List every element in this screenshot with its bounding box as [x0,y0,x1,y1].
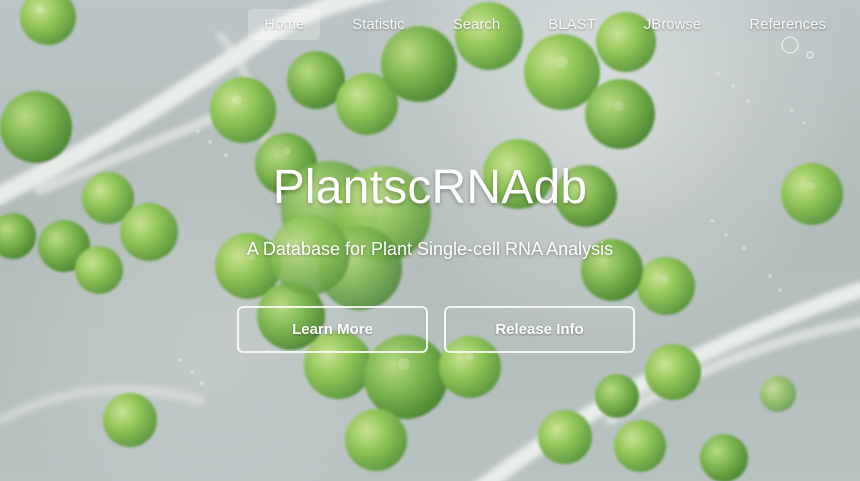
learn-more-button[interactable]: Learn More [237,306,428,353]
nav-item-jbrowse[interactable]: JBrowse [628,9,718,40]
release-info-button[interactable]: Release Info [444,306,635,353]
nav-item-home[interactable]: Home [248,9,321,40]
nav-item-blast[interactable]: BLAST [532,9,612,40]
page-subtitle: A Database for Plant Single-cell RNA Ana… [246,239,614,259]
hero-content: PlantscRNAdb A Database for Plant Single… [0,160,860,260]
nav-item-references[interactable]: References [733,9,842,40]
nav-item-search[interactable]: Search [437,9,517,40]
page-title: PlantscRNAdb [272,161,588,214]
hero-actions: Learn More Release Info [237,306,635,353]
top-navigation: Home Statistic Search BLAST JBrowse Refe… [248,9,842,40]
nav-item-statistic[interactable]: Statistic [336,9,421,40]
